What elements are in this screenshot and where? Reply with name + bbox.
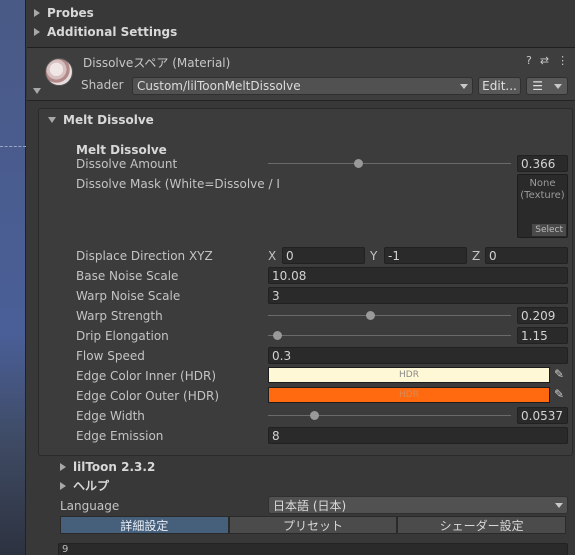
drip-elongation-label: Drip Elongation (76, 329, 169, 343)
eyedropper-icon[interactable]: ✎ (554, 367, 564, 381)
tab-shader-settings[interactable]: シェーダー設定 (397, 516, 567, 534)
displace-direction-label: Displace Direction XYZ (76, 249, 213, 263)
dissolve-amount-field[interactable]: 0.366 (517, 155, 568, 172)
edge-color-inner-swatch[interactable]: HDR (268, 367, 550, 383)
scene-view-strip (0, 0, 26, 555)
hdr-label: HDR (399, 390, 419, 400)
language-value: 日本語 (日本) (273, 498, 347, 513)
language-dropdown[interactable]: 日本語 (日本) (268, 496, 568, 514)
fold-label: Probes (47, 5, 94, 20)
hdr-label: HDR (399, 370, 419, 380)
shader-label: Shader (81, 78, 124, 92)
base-noise-label: Base Noise Scale (76, 269, 179, 283)
edge-emission-field[interactable]: 8 (268, 427, 568, 444)
expand-arrow-icon (60, 481, 66, 490)
slider-track (268, 415, 511, 416)
warp-strength-label: Warp Strength (76, 309, 163, 323)
preset-icon[interactable]: ⇄ (540, 54, 549, 67)
collapse-arrow-icon (48, 117, 56, 123)
section-title: Melt Dissolve (63, 113, 154, 127)
header-icons: ? ⇄ ⋮ (526, 54, 568, 67)
flow-speed-label: Flow Speed (76, 349, 145, 363)
slider-track (268, 315, 511, 316)
tab-presets[interactable]: プリセット (228, 516, 398, 534)
fold-help[interactable]: ヘルプ (60, 476, 109, 495)
material-preview-icon (45, 58, 73, 86)
slider-track (268, 163, 511, 164)
bottom-field[interactable]: 9 (58, 543, 568, 555)
texture-none-label: None (529, 178, 556, 189)
edge-width-label: Edge Width (76, 409, 145, 423)
drip-elongation-field[interactable]: 1.15 (517, 327, 568, 344)
edit-shader-button[interactable]: Edit... (478, 77, 521, 95)
flow-speed-field[interactable]: 0.3 (268, 347, 568, 364)
settings-tabs: 詳細設定 プリセット シェーダー設定 (60, 516, 567, 534)
y-label: Y (370, 249, 378, 263)
menu-icon[interactable]: ⋮ (557, 54, 568, 67)
dissolve-amount-label: Dissolve Amount (76, 157, 178, 171)
edge-color-inner-label: Edge Color Inner (HDR) (76, 369, 217, 383)
material-fold-arrow-icon[interactable] (33, 88, 41, 94)
dissolve-mask-texture-slot[interactable]: None (Texture) Select (517, 174, 568, 238)
displace-x-field[interactable]: 0 (282, 247, 365, 264)
chevron-down-icon (460, 83, 468, 89)
fold-label: Additional Settings (47, 24, 178, 39)
dissolve-amount-slider[interactable] (268, 155, 511, 172)
expand-arrow-icon (60, 462, 66, 471)
warp-strength-field[interactable]: 0.209 (517, 307, 568, 324)
list-icon: ☰ (532, 79, 544, 93)
edge-color-outer-label: Edge Color Outer (HDR) (76, 389, 220, 403)
fold-liltoon[interactable]: lilToon 2.3.2 (60, 457, 155, 476)
fold-label: ヘルプ (73, 479, 110, 493)
warp-noise-label: Warp Noise Scale (76, 289, 181, 303)
eyedropper-icon[interactable]: ✎ (554, 387, 564, 401)
expand-arrow-icon (34, 27, 40, 36)
scene-guide-line (0, 146, 26, 147)
help-icon[interactable]: ? (526, 54, 532, 67)
edge-width-field[interactable]: 0.0537 (517, 407, 568, 424)
material-title: Dissolveスペア (Material) (83, 56, 231, 70)
fold-additional-settings[interactable]: Additional Settings (34, 22, 177, 41)
slider-knob[interactable] (353, 159, 363, 168)
language-label: Language (60, 499, 120, 513)
z-label: Z (472, 249, 481, 263)
edge-width-slider[interactable] (268, 407, 511, 424)
edge-color-outer-swatch[interactable]: HDR (268, 387, 550, 403)
displace-y-field[interactable]: -1 (384, 247, 467, 264)
slider-knob[interactable] (272, 331, 282, 340)
base-noise-field[interactable]: 10.08 (268, 267, 568, 284)
tab-advanced-settings[interactable]: 詳細設定 (60, 516, 229, 534)
chevron-down-icon (555, 502, 563, 508)
edge-emission-label: Edge Emission (76, 429, 164, 443)
fold-label: lilToon 2.3.2 (73, 459, 156, 474)
slider-track (268, 335, 511, 336)
texture-type-label: (Texture) (520, 190, 565, 201)
melt-dissolve-foldout[interactable]: Melt Dissolve (48, 113, 154, 127)
material-list-button[interactable]: ☰ (526, 77, 568, 95)
section-subtitle: Melt Dissolve (76, 143, 167, 157)
shader-dropdown[interactable]: Custom/lilToonMeltDissolve (132, 77, 473, 95)
warp-strength-slider[interactable] (268, 307, 511, 324)
slider-knob[interactable] (365, 311, 375, 320)
fold-probes[interactable]: Probes (34, 3, 94, 22)
expand-arrow-icon (34, 8, 40, 17)
slider-knob[interactable] (310, 411, 320, 420)
displace-z-field[interactable]: 0 (485, 247, 568, 264)
shader-value: Custom/lilToonMeltDissolve (137, 79, 301, 93)
x-label: X (268, 249, 277, 263)
texture-select-button[interactable]: Select (532, 224, 566, 236)
warp-noise-field[interactable]: 3 (268, 287, 568, 304)
drip-elongation-slider[interactable] (268, 327, 511, 344)
chevron-down-icon (553, 83, 562, 89)
dissolve-mask-label: Dissolve Mask (White=Dissolve / I (76, 177, 280, 191)
